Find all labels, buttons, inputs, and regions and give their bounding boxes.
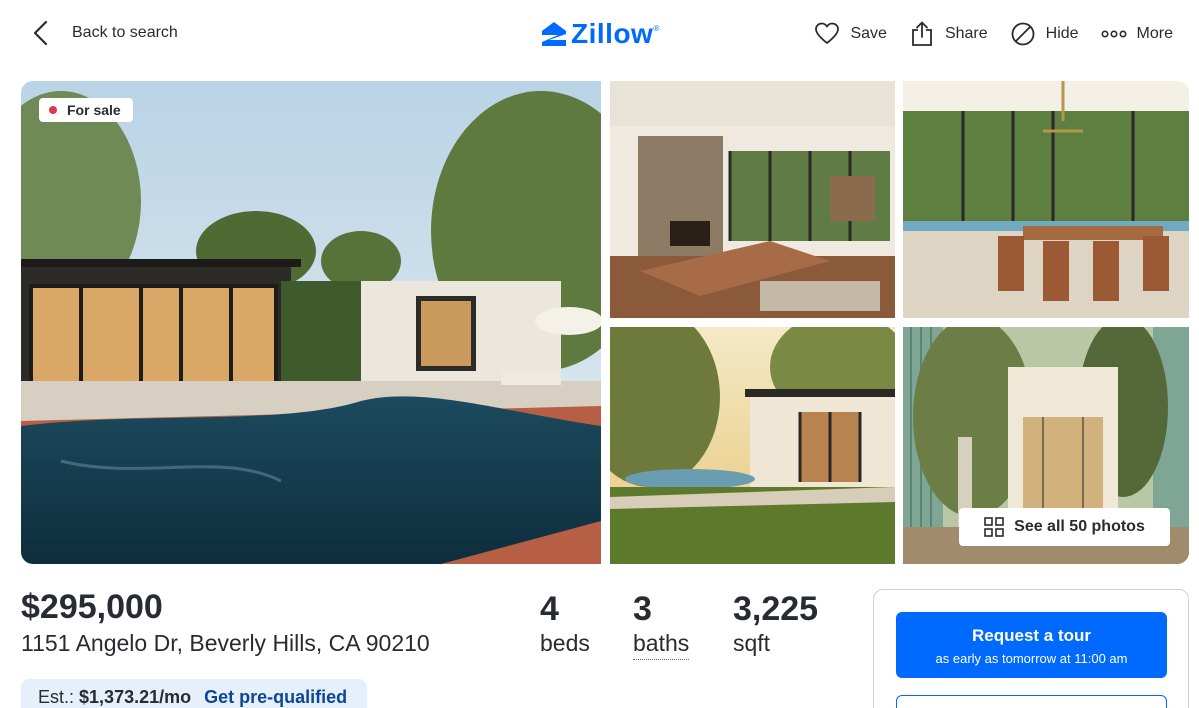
estimate-prefix: Est.: [38, 687, 75, 707]
estimate-amount: $1,373.21/mo [79, 687, 192, 707]
zillow-house-icon [542, 22, 566, 46]
status-badge-label: For sale [67, 102, 121, 118]
sqft-value: 3,225 [733, 590, 819, 628]
request-tour-subtitle: as early as tomorrow at 11:00 am [935, 651, 1128, 666]
top-bar: Back to search Zillow ® Save Share Hide … [0, 0, 1199, 70]
share-label: Share [944, 25, 988, 42]
grid-icon [984, 517, 1004, 537]
more-label: More [1136, 25, 1173, 42]
beds-value: 4 [540, 590, 559, 628]
sqft-unit: sqft [733, 630, 771, 656]
pool-exterior-photo[interactable] [21, 81, 601, 564]
logo-registered-mark: ® [653, 24, 660, 33]
see-all-photos-button[interactable]: See all 50 photos [959, 508, 1170, 546]
back-to-search-link[interactable]: Back to search [30, 18, 178, 48]
beds-unit: beds [540, 630, 590, 656]
contact-card: Request a tour as early as tomorrow at 1… [873, 589, 1189, 708]
listing-actions: Save Share Hide More [792, 18, 1173, 50]
payment-estimate: Est.: $1,373.21/mo Get pre-qualified [21, 679, 367, 708]
heart-icon [815, 22, 840, 44]
more-button[interactable]: More [1101, 21, 1173, 47]
logo-wordmark: Zillow [571, 18, 654, 49]
baths-stat[interactable]: 3 baths [633, 590, 690, 660]
back-label: Back to search [72, 24, 178, 41]
see-all-photos-label: See all 50 photos [1014, 518, 1145, 535]
request-tour-label: Request a tour [971, 626, 1092, 645]
status-badge: For sale [39, 98, 133, 122]
secondary-contact-button[interactable] [896, 695, 1167, 708]
hide-button[interactable]: Hide [1010, 21, 1079, 47]
listing-price: $295,000 [21, 588, 163, 626]
photo-gallery [21, 81, 1189, 564]
listing-address: 1151 Angelo Dr, Beverly Hills, CA 90210 [21, 630, 430, 656]
baths-value: 3 [633, 590, 652, 628]
save-button[interactable]: Save [814, 21, 887, 47]
baths-unit[interactable]: baths [633, 630, 690, 660]
hide-label: Hide [1045, 25, 1079, 42]
zillow-logo[interactable]: Zillow ® [540, 18, 659, 50]
living-room-photo[interactable] [610, 81, 895, 318]
share-button[interactable]: Share [909, 21, 988, 47]
sqft-stat: 3,225 sqft [733, 590, 818, 657]
request-tour-button[interactable]: Request a tour as early as tomorrow at 1… [896, 612, 1167, 678]
backyard-sunset-photo[interactable] [610, 327, 895, 564]
chevron-left-icon [33, 20, 48, 46]
hide-icon [1011, 22, 1035, 46]
status-dot-icon [49, 106, 57, 114]
save-label: Save [850, 25, 887, 42]
beds-stat: 4 beds [540, 590, 590, 657]
more-icon [1101, 30, 1127, 38]
share-icon [912, 21, 932, 46]
dining-room-photo[interactable] [903, 81, 1189, 318]
get-pre-qualified-link[interactable]: Get pre-qualified [204, 687, 347, 707]
